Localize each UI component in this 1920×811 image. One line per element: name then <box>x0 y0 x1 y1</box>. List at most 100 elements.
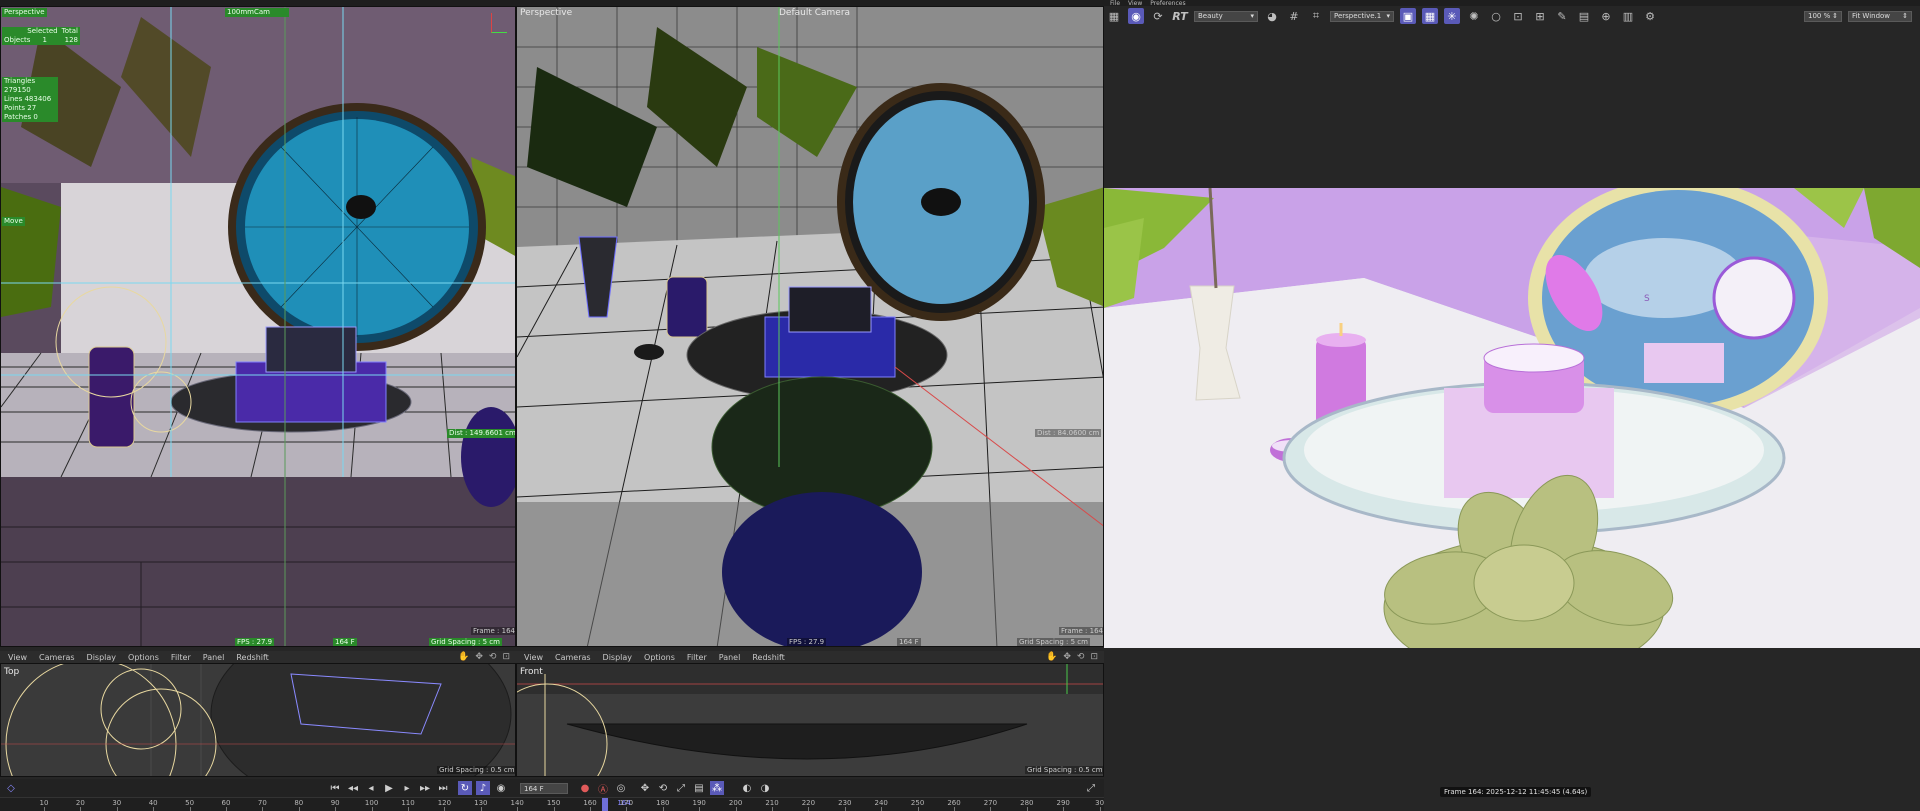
zoom-select[interactable]: 100 % ⇕ <box>1804 10 1842 22</box>
rotate-icon[interactable]: ⟲ <box>489 652 497 662</box>
menu-cameras[interactable]: Cameras <box>39 653 75 662</box>
viewport-label[interactable]: Top <box>4 667 19 677</box>
prev-key-icon[interactable]: ◂◂ <box>346 781 360 795</box>
pan-icon[interactable]: ✋ <box>458 652 469 662</box>
bucket-icon[interactable]: ▦ <box>1422 8 1438 24</box>
key-rotation-icon[interactable]: ⟲ <box>656 781 670 795</box>
menu-display[interactable]: Display <box>603 653 633 662</box>
edit-icon[interactable]: ✎ <box>1554 8 1570 24</box>
go-to-end-icon[interactable]: ⏭ <box>436 781 450 795</box>
timeline-ruler[interactable]: 10 20 30 40 50 60 70 80 90 100 110 120 130 140 150 160 1… <box>0 797 1104 811</box>
tick-mark <box>444 807 446 811</box>
viewport-label[interactable]: Front <box>520 667 543 677</box>
menu-display[interactable]: Display <box>87 653 117 662</box>
color-picker-icon[interactable]: ◕ <box>1264 8 1280 24</box>
fit-select[interactable]: Fit Window ⇕ <box>1848 10 1912 22</box>
tick-label: 140 <box>510 799 524 807</box>
loop-icon[interactable]: ↻ <box>458 781 472 795</box>
chevron-updown-icon: ⇕ <box>1902 12 1908 20</box>
snapshot-icon[interactable]: ▦ <box>1106 8 1122 24</box>
menu-redshift[interactable]: Redshift <box>236 653 268 662</box>
camera-select[interactable]: Perspective.1 ▾ <box>1330 10 1394 22</box>
keyframe-selection-icon[interactable]: ◎ <box>614 781 628 795</box>
fit-select-value: Fit Window <box>1852 12 1891 20</box>
viewport-top[interactable]: Top Grid Spacing : 0.5 cm <box>0 663 516 777</box>
menu-filter[interactable]: Filter <box>171 653 191 662</box>
next-frame-icon[interactable]: ▸ <box>400 781 414 795</box>
chevron-updown-icon: ⇕ <box>1832 12 1838 20</box>
key-position-icon[interactable]: ✥ <box>638 781 652 795</box>
tick-label: 150 <box>546 799 561 807</box>
tick-label: 190 <box>692 799 706 807</box>
add-image-icon[interactable]: ⊕ <box>1598 8 1614 24</box>
grid-spacing-readout: Grid Spacing : 5 cm <box>429 638 502 646</box>
move-icon[interactable]: ✥ <box>475 652 483 662</box>
menu-panel[interactable]: Panel <box>719 653 741 662</box>
prev-frame-icon[interactable]: ◂ <box>364 781 378 795</box>
menu-cameras[interactable]: Cameras <box>555 653 591 662</box>
refresh-icon[interactable]: ⟳ <box>1150 8 1166 24</box>
grid-icon[interactable]: # <box>1286 8 1302 24</box>
menu-view[interactable]: View <box>524 653 543 662</box>
aov-select[interactable]: Beauty ▾ <box>1194 10 1258 22</box>
pan-icon[interactable]: ✋ <box>1046 652 1057 662</box>
stats-objects-label: Objects <box>4 36 31 44</box>
render-status: Frame 164: 2025-12-12 11:45:45 (4.64s) <box>1440 787 1592 797</box>
key-pla-icon[interactable]: ⁂ <box>710 781 724 795</box>
viewport-left-scene <box>1 7 515 646</box>
render-image[interactable]: S <box>1104 188 1920 648</box>
menu-redshift[interactable]: Redshift <box>752 653 784 662</box>
key-param-icon[interactable]: ▤ <box>692 781 706 795</box>
frame-input[interactable]: 164 F <box>520 783 568 794</box>
tick-mark <box>189 807 191 811</box>
playhead[interactable] <box>602 798 608 811</box>
next-key-icon[interactable]: ▸▸ <box>418 781 432 795</box>
render-start-icon[interactable]: ◉ <box>1128 8 1144 24</box>
render-icon[interactable]: ◐ <box>740 781 754 795</box>
render-settings-icon[interactable]: ◑ <box>758 781 772 795</box>
save-image-icon[interactable]: ▤ <box>1576 8 1592 24</box>
rt-toggle[interactable]: RT <box>1172 8 1188 24</box>
circle-icon[interactable]: ○ <box>1488 8 1504 24</box>
expand-icon[interactable]: ⤢ <box>1084 781 1098 795</box>
maximize-icon[interactable]: ⊡ <box>1090 652 1098 662</box>
menu-options[interactable]: Options <box>644 653 675 662</box>
viewport-perspective-right[interactable]: Perspective Default Camera Dist : 84.060… <box>516 6 1104 647</box>
menu-options[interactable]: Options <box>128 653 159 662</box>
progressive-icon[interactable]: ✳ <box>1444 8 1460 24</box>
play-icon[interactable]: ▶ <box>382 781 396 795</box>
sound-icon[interactable]: ♪ <box>476 781 490 795</box>
record-icon[interactable]: ● <box>578 781 592 795</box>
region-icon[interactable]: ⊡ <box>1510 8 1526 24</box>
go-to-start-icon[interactable]: ⏮ <box>328 781 342 795</box>
tick-label: 130 <box>474 799 488 807</box>
menu-view[interactable]: View <box>8 653 27 662</box>
viewport-label[interactable]: Perspective <box>520 8 572 18</box>
denoise-icon[interactable]: ✺ <box>1466 8 1482 24</box>
camera-label[interactable]: 100mmCam <box>225 8 289 17</box>
keyframe-mode-icon[interactable]: ◇ <box>4 781 18 795</box>
viewport-front[interactable]: Front Grid Spacing : 0.5 cm <box>516 663 1104 777</box>
images-icon[interactable]: ▥ <box>1620 8 1636 24</box>
lock-icon[interactable]: ▣ <box>1400 8 1416 24</box>
viewport-label[interactable]: Perspective <box>2 8 47 17</box>
grid-spacing-readout: Grid Spacing : 0.5 cm <box>1025 766 1103 774</box>
volume-icon[interactable]: ◉ <box>494 781 508 795</box>
menu-filter[interactable]: Filter <box>687 653 707 662</box>
autokey-icon[interactable]: Ⓐ <box>596 781 610 796</box>
settings-icon[interactable]: ⚙ <box>1642 8 1658 24</box>
menu-panel[interactable]: Panel <box>203 653 225 662</box>
tick-mark <box>116 807 118 811</box>
viewport-perspective-left[interactable]: Perspective 100mmCam Selected Total Obje… <box>0 6 516 647</box>
tick-mark <box>662 807 664 811</box>
rotate-icon[interactable]: ⟲ <box>1077 652 1085 662</box>
fit-icon[interactable]: ⊞ <box>1532 8 1548 24</box>
maximize-icon[interactable]: ⊡ <box>502 652 510 662</box>
viewport-right-scene <box>517 7 1103 646</box>
key-scale-icon[interactable]: ⤢ <box>674 781 688 795</box>
frame-badge: Frame : 164 <box>1059 627 1103 635</box>
move-icon[interactable]: ✥ <box>1063 652 1071 662</box>
crop-icon[interactable]: ⌗ <box>1308 8 1324 24</box>
tick-mark <box>298 807 300 811</box>
camera-label[interactable]: Default Camera <box>779 8 850 18</box>
